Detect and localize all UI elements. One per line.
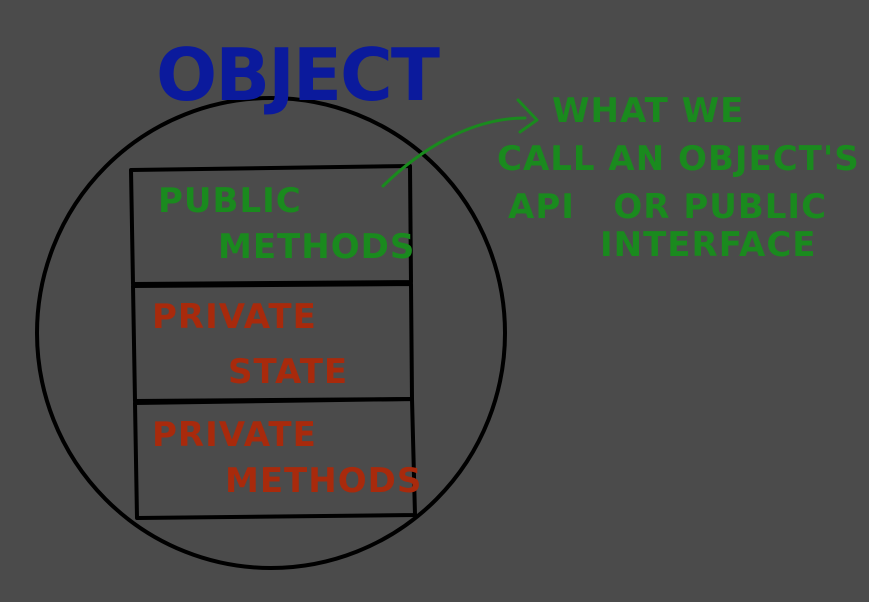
private-state-label-line1: PRIVATE bbox=[152, 297, 317, 337]
annotation-line4: INTERFACE bbox=[600, 225, 817, 265]
annotation-line3: API OR PUBLIC bbox=[508, 187, 827, 227]
private-methods-label-line1: PRIVATE bbox=[152, 415, 317, 455]
annotation-line1: WHAT WE bbox=[552, 91, 744, 131]
public-methods-label-line2: METHODS bbox=[218, 227, 415, 267]
private-methods-label-line2: METHODS bbox=[225, 461, 422, 501]
public-methods-label-line1: PUBLIC bbox=[158, 181, 302, 221]
public-methods-box: PUBLIC METHODS bbox=[129, 164, 415, 286]
annotation-line2: CALL AN OBJECT'S bbox=[497, 139, 860, 179]
private-methods-box: PRIVATE METHODS bbox=[133, 397, 422, 520]
private-state-label-line2: STATE bbox=[228, 352, 348, 392]
private-state-box: PRIVATE STATE bbox=[131, 282, 414, 403]
object-diagram: OBJECT PUBLIC METHODS PRIVATE STATE PRIV… bbox=[35, 33, 860, 570]
object-title: OBJECT bbox=[156, 33, 440, 117]
